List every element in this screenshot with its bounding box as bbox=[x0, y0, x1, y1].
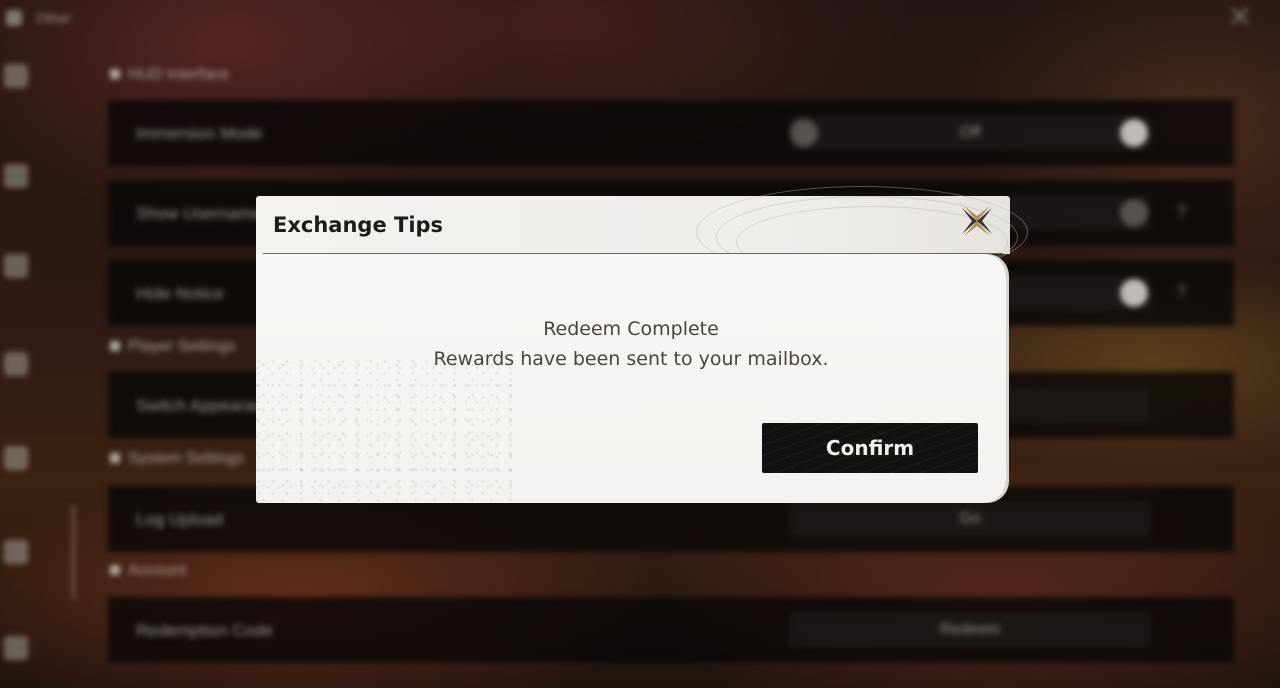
close-x-icon[interactable] bbox=[958, 202, 996, 240]
confirm-label: Confirm bbox=[825, 436, 915, 460]
dialog-title: Exchange Tips bbox=[273, 213, 444, 237]
confirm-button[interactable]: Confirm bbox=[762, 423, 978, 473]
dialog-header: Exchange Tips bbox=[256, 186, 1028, 278]
message-text: Rewards have been sent to your mailbox. bbox=[433, 348, 829, 370]
game-settings-screen: Other ✕ HUD Interface Immersion Mode Off… bbox=[0, 0, 1280, 688]
paper-texture bbox=[256, 353, 516, 503]
exchange-tips-dialog: Exchange Tips Redeem Complete Rewards ha… bbox=[256, 186, 1028, 503]
message-title: Redeem Complete bbox=[543, 318, 719, 340]
